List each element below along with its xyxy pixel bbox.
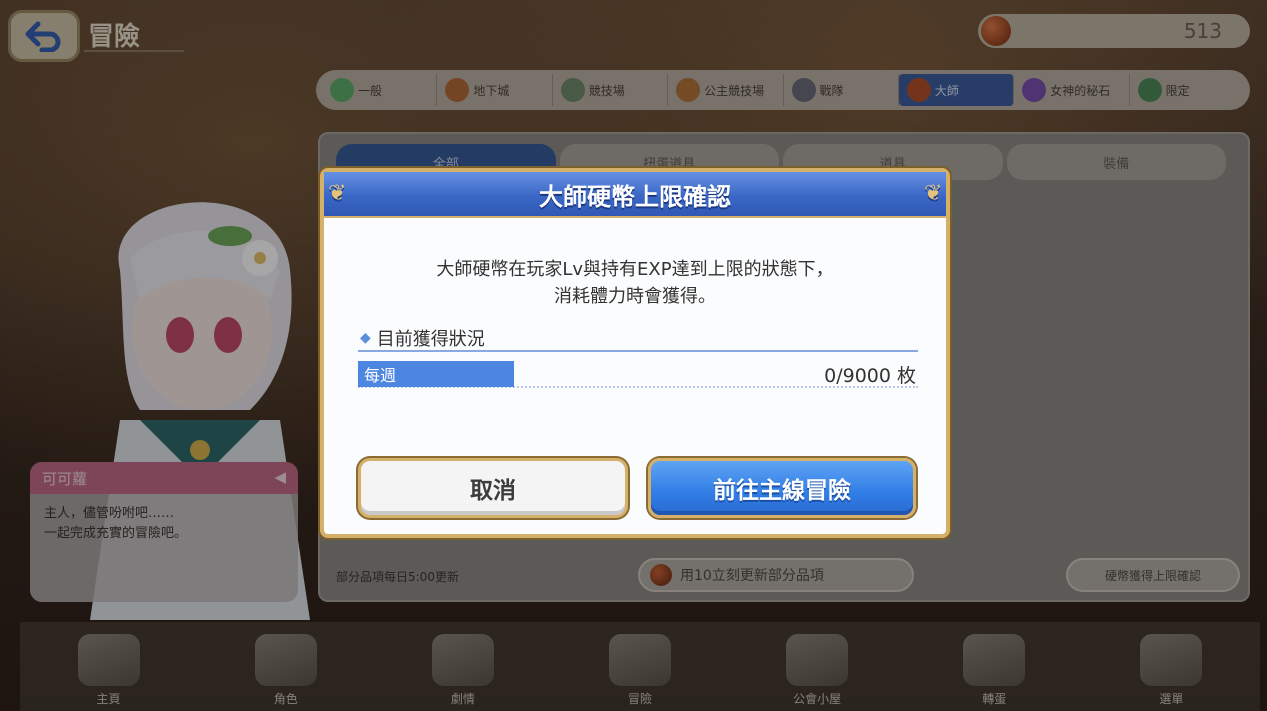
master-coin-limit-dialog: ❦ 大師硬幣上限確認 ❦ 大師硬幣在玩家Lv與持有EXP達到上限的狀態下， 消耗… — [320, 168, 950, 538]
status-section-header: ◆ 目前獲得狀況 — [358, 326, 918, 352]
go-main-quest-button[interactable]: 前往主線冒險 — [648, 458, 916, 518]
dialog-title: 大師硬幣上限確認 — [539, 182, 731, 211]
corner-ornament-icon: ❦ — [328, 181, 347, 206]
corner-ornament-icon: ❦ — [924, 181, 943, 206]
cancel-button[interactable]: 取消 — [358, 458, 628, 518]
diamond-bullet-icon: ◆ — [360, 330, 371, 346]
weekly-row: 每週 0/9000 枚 — [358, 361, 918, 388]
weekly-value: 0/9000 枚 — [824, 364, 916, 387]
weekly-label: 每週 — [358, 361, 514, 387]
dialog-message: 大師硬幣在玩家Lv與持有EXP達到上限的狀態下， 消耗體力時會獲得。 — [436, 259, 834, 307]
